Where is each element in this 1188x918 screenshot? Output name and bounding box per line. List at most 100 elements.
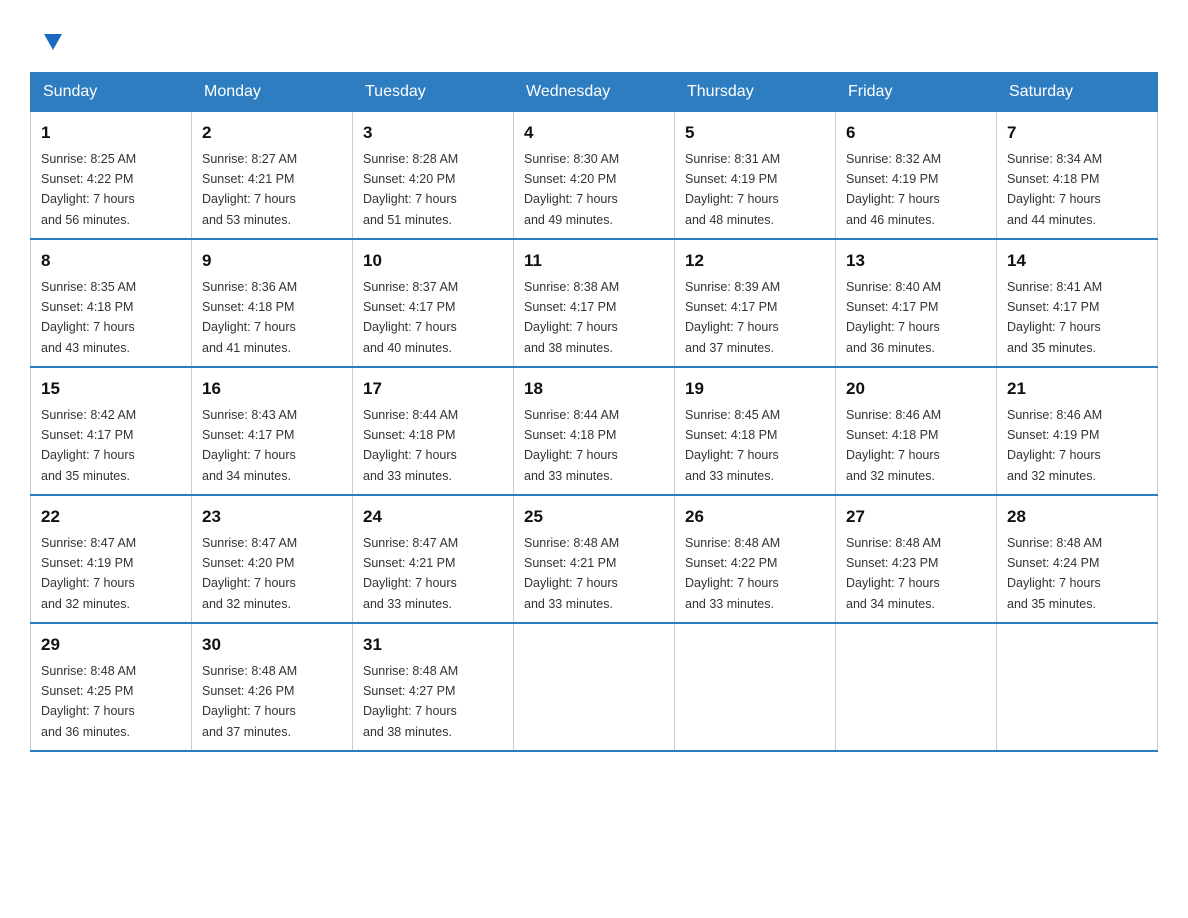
calendar-cell: 27 Sunrise: 8:48 AMSunset: 4:23 PMDaylig… <box>836 495 997 623</box>
day-number: 27 <box>846 504 986 530</box>
calendar-cell: 21 Sunrise: 8:46 AMSunset: 4:19 PMDaylig… <box>997 367 1158 495</box>
weekday-header-thursday: Thursday <box>675 73 836 112</box>
calendar-cell: 26 Sunrise: 8:48 AMSunset: 4:22 PMDaylig… <box>675 495 836 623</box>
logo-triangle-icon <box>42 30 64 52</box>
day-number: 28 <box>1007 504 1147 530</box>
day-info: Sunrise: 8:46 AMSunset: 4:18 PMDaylight:… <box>846 408 941 483</box>
day-info: Sunrise: 8:48 AMSunset: 4:23 PMDaylight:… <box>846 536 941 611</box>
day-number: 20 <box>846 376 986 402</box>
calendar-cell: 10 Sunrise: 8:37 AMSunset: 4:17 PMDaylig… <box>353 239 514 367</box>
day-info: Sunrise: 8:47 AMSunset: 4:20 PMDaylight:… <box>202 536 297 611</box>
day-info: Sunrise: 8:37 AMSunset: 4:17 PMDaylight:… <box>363 280 458 355</box>
day-info: Sunrise: 8:47 AMSunset: 4:21 PMDaylight:… <box>363 536 458 611</box>
day-number: 17 <box>363 376 503 402</box>
calendar-cell <box>997 623 1158 751</box>
logo <box>40 30 64 52</box>
day-number: 24 <box>363 504 503 530</box>
day-number: 26 <box>685 504 825 530</box>
day-info: Sunrise: 8:42 AMSunset: 4:17 PMDaylight:… <box>41 408 136 483</box>
calendar-cell: 2 Sunrise: 8:27 AMSunset: 4:21 PMDayligh… <box>192 112 353 240</box>
day-info: Sunrise: 8:40 AMSunset: 4:17 PMDaylight:… <box>846 280 941 355</box>
day-number: 25 <box>524 504 664 530</box>
day-info: Sunrise: 8:48 AMSunset: 4:26 PMDaylight:… <box>202 664 297 739</box>
calendar-cell: 24 Sunrise: 8:47 AMSunset: 4:21 PMDaylig… <box>353 495 514 623</box>
day-info: Sunrise: 8:48 AMSunset: 4:25 PMDaylight:… <box>41 664 136 739</box>
calendar-cell: 7 Sunrise: 8:34 AMSunset: 4:18 PMDayligh… <box>997 112 1158 240</box>
calendar-cell: 25 Sunrise: 8:48 AMSunset: 4:21 PMDaylig… <box>514 495 675 623</box>
weekday-header-friday: Friday <box>836 73 997 112</box>
day-info: Sunrise: 8:46 AMSunset: 4:19 PMDaylight:… <box>1007 408 1102 483</box>
day-info: Sunrise: 8:47 AMSunset: 4:19 PMDaylight:… <box>41 536 136 611</box>
calendar-cell: 8 Sunrise: 8:35 AMSunset: 4:18 PMDayligh… <box>31 239 192 367</box>
day-number: 15 <box>41 376 181 402</box>
weekday-header-monday: Monday <box>192 73 353 112</box>
calendar-cell: 23 Sunrise: 8:47 AMSunset: 4:20 PMDaylig… <box>192 495 353 623</box>
day-number: 10 <box>363 248 503 274</box>
day-info: Sunrise: 8:31 AMSunset: 4:19 PMDaylight:… <box>685 152 780 227</box>
day-number: 18 <box>524 376 664 402</box>
day-number: 4 <box>524 120 664 146</box>
calendar-cell: 3 Sunrise: 8:28 AMSunset: 4:20 PMDayligh… <box>353 112 514 240</box>
calendar-cell <box>836 623 997 751</box>
day-info: Sunrise: 8:36 AMSunset: 4:18 PMDaylight:… <box>202 280 297 355</box>
day-number: 31 <box>363 632 503 658</box>
day-number: 29 <box>41 632 181 658</box>
weekday-header-tuesday: Tuesday <box>353 73 514 112</box>
day-number: 3 <box>363 120 503 146</box>
day-number: 1 <box>41 120 181 146</box>
day-number: 19 <box>685 376 825 402</box>
day-info: Sunrise: 8:38 AMSunset: 4:17 PMDaylight:… <box>524 280 619 355</box>
calendar-week-row: 29 Sunrise: 8:48 AMSunset: 4:25 PMDaylig… <box>31 623 1158 751</box>
day-info: Sunrise: 8:39 AMSunset: 4:17 PMDaylight:… <box>685 280 780 355</box>
day-info: Sunrise: 8:48 AMSunset: 4:27 PMDaylight:… <box>363 664 458 739</box>
calendar-cell <box>514 623 675 751</box>
calendar-header-row: SundayMondayTuesdayWednesdayThursdayFrid… <box>31 73 1158 112</box>
calendar-cell: 29 Sunrise: 8:48 AMSunset: 4:25 PMDaylig… <box>31 623 192 751</box>
calendar-week-row: 15 Sunrise: 8:42 AMSunset: 4:17 PMDaylig… <box>31 367 1158 495</box>
day-number: 5 <box>685 120 825 146</box>
calendar-cell: 1 Sunrise: 8:25 AMSunset: 4:22 PMDayligh… <box>31 112 192 240</box>
day-info: Sunrise: 8:41 AMSunset: 4:17 PMDaylight:… <box>1007 280 1102 355</box>
day-number: 2 <box>202 120 342 146</box>
calendar-cell: 13 Sunrise: 8:40 AMSunset: 4:17 PMDaylig… <box>836 239 997 367</box>
day-number: 6 <box>846 120 986 146</box>
calendar-cell: 12 Sunrise: 8:39 AMSunset: 4:17 PMDaylig… <box>675 239 836 367</box>
page-header <box>20 20 1168 62</box>
weekday-header-sunday: Sunday <box>31 73 192 112</box>
calendar-week-row: 8 Sunrise: 8:35 AMSunset: 4:18 PMDayligh… <box>31 239 1158 367</box>
day-number: 7 <box>1007 120 1147 146</box>
day-info: Sunrise: 8:30 AMSunset: 4:20 PMDaylight:… <box>524 152 619 227</box>
day-info: Sunrise: 8:27 AMSunset: 4:21 PMDaylight:… <box>202 152 297 227</box>
day-number: 8 <box>41 248 181 274</box>
day-number: 9 <box>202 248 342 274</box>
day-info: Sunrise: 8:34 AMSunset: 4:18 PMDaylight:… <box>1007 152 1102 227</box>
day-info: Sunrise: 8:44 AMSunset: 4:18 PMDaylight:… <box>524 408 619 483</box>
day-number: 22 <box>41 504 181 530</box>
calendar-week-row: 22 Sunrise: 8:47 AMSunset: 4:19 PMDaylig… <box>31 495 1158 623</box>
calendar-cell: 5 Sunrise: 8:31 AMSunset: 4:19 PMDayligh… <box>675 112 836 240</box>
day-info: Sunrise: 8:35 AMSunset: 4:18 PMDaylight:… <box>41 280 136 355</box>
calendar-cell: 28 Sunrise: 8:48 AMSunset: 4:24 PMDaylig… <box>997 495 1158 623</box>
day-info: Sunrise: 8:44 AMSunset: 4:18 PMDaylight:… <box>363 408 458 483</box>
day-info: Sunrise: 8:28 AMSunset: 4:20 PMDaylight:… <box>363 152 458 227</box>
calendar-cell: 14 Sunrise: 8:41 AMSunset: 4:17 PMDaylig… <box>997 239 1158 367</box>
day-info: Sunrise: 8:48 AMSunset: 4:24 PMDaylight:… <box>1007 536 1102 611</box>
calendar-cell: 9 Sunrise: 8:36 AMSunset: 4:18 PMDayligh… <box>192 239 353 367</box>
calendar-cell: 19 Sunrise: 8:45 AMSunset: 4:18 PMDaylig… <box>675 367 836 495</box>
day-number: 16 <box>202 376 342 402</box>
day-number: 14 <box>1007 248 1147 274</box>
day-number: 23 <box>202 504 342 530</box>
calendar-cell: 20 Sunrise: 8:46 AMSunset: 4:18 PMDaylig… <box>836 367 997 495</box>
day-number: 21 <box>1007 376 1147 402</box>
calendar-table: SundayMondayTuesdayWednesdayThursdayFrid… <box>30 72 1158 752</box>
calendar-cell: 31 Sunrise: 8:48 AMSunset: 4:27 PMDaylig… <box>353 623 514 751</box>
calendar-cell: 22 Sunrise: 8:47 AMSunset: 4:19 PMDaylig… <box>31 495 192 623</box>
day-number: 13 <box>846 248 986 274</box>
day-info: Sunrise: 8:32 AMSunset: 4:19 PMDaylight:… <box>846 152 941 227</box>
calendar-cell <box>675 623 836 751</box>
calendar-cell: 15 Sunrise: 8:42 AMSunset: 4:17 PMDaylig… <box>31 367 192 495</box>
day-info: Sunrise: 8:43 AMSunset: 4:17 PMDaylight:… <box>202 408 297 483</box>
weekday-header-wednesday: Wednesday <box>514 73 675 112</box>
day-number: 11 <box>524 248 664 274</box>
day-number: 30 <box>202 632 342 658</box>
